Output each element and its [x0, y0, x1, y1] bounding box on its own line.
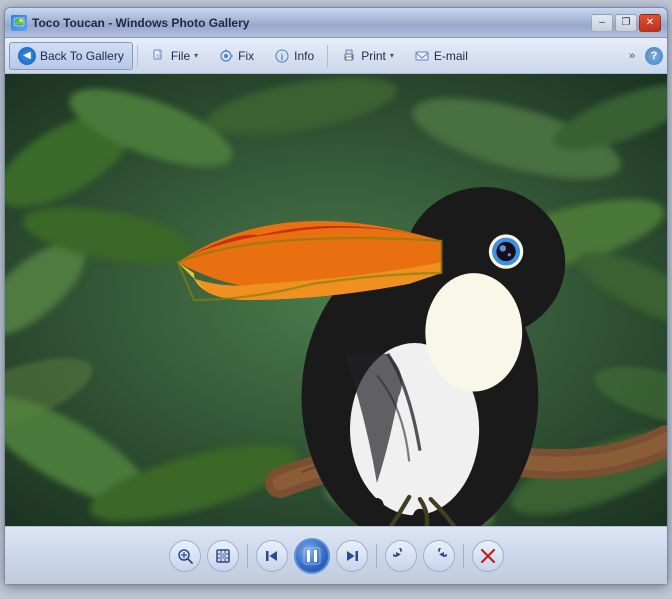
print-icon: [341, 48, 357, 64]
window-title: Toco Toucan - Windows Photo Gallery: [32, 16, 591, 30]
photo-display: [5, 74, 667, 526]
minimize-button[interactable]: –: [591, 14, 613, 32]
back-arrow-icon: ◀: [18, 47, 36, 65]
play-slideshow-button[interactable]: [294, 538, 330, 574]
file-chevron-icon: ▾: [194, 51, 198, 60]
email-icon: [414, 48, 430, 64]
titlebar: Toco Toucan - Windows Photo Gallery – ❐ …: [5, 8, 667, 38]
actual-size-button[interactable]: [207, 540, 239, 572]
svg-text:i: i: [281, 52, 284, 62]
restore-button[interactable]: ❐: [615, 14, 637, 32]
previous-button[interactable]: [256, 540, 288, 572]
toolbar-overflow-button[interactable]: »: [623, 42, 641, 70]
file-icon: [151, 48, 167, 64]
toolbar: ◀ Back To Gallery File ▾: [5, 38, 667, 74]
photo-image: [5, 74, 667, 526]
next-button[interactable]: [336, 540, 368, 572]
info-button[interactable]: i Info: [265, 42, 323, 70]
info-icon: i: [274, 48, 290, 64]
email-button[interactable]: E-mail: [405, 42, 477, 70]
back-to-gallery-button[interactable]: ◀ Back To Gallery: [9, 42, 133, 70]
main-window: Toco Toucan - Windows Photo Gallery – ❐ …: [4, 7, 668, 585]
file-button[interactable]: File ▾: [142, 42, 207, 70]
zoom-button[interactable]: [169, 540, 201, 572]
close-button[interactable]: ✕: [639, 14, 661, 32]
help-button[interactable]: ?: [645, 47, 663, 65]
titlebar-buttons: – ❐ ✕: [591, 14, 661, 32]
print-button[interactable]: Print ▾: [332, 42, 403, 70]
ctrl-separator-1: [247, 544, 248, 568]
app-icon: [11, 15, 27, 31]
rotate-left-button[interactable]: [385, 540, 417, 572]
separator-2: [327, 45, 328, 67]
fix-icon: [218, 48, 234, 64]
separator-1: [137, 45, 138, 67]
ctrl-separator-2: [376, 544, 377, 568]
print-chevron-icon: ▾: [390, 51, 394, 60]
delete-button[interactable]: [472, 540, 504, 572]
rotate-right-button[interactable]: [423, 540, 455, 572]
fix-button[interactable]: Fix: [209, 42, 263, 70]
ctrl-separator-3: [463, 544, 464, 568]
controls-bar: [5, 526, 667, 584]
